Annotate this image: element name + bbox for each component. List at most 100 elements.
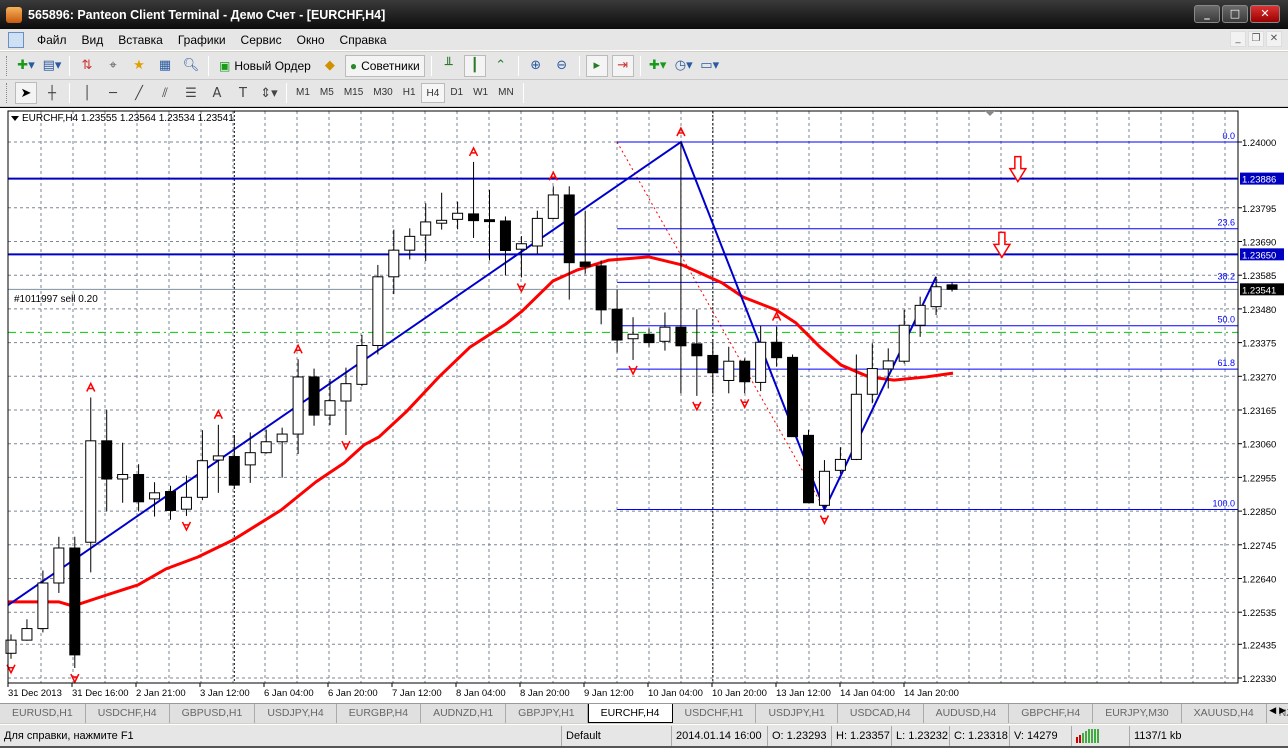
timeframe-w1[interactable]: W1 (468, 83, 493, 103)
chart-tab[interactable]: EURGBP,H4 (337, 704, 422, 723)
menu-file[interactable]: Файл (30, 33, 75, 47)
chart-tab[interactable]: EURJPY,M30 (1093, 704, 1182, 723)
crosshair-icon[interactable]: ┼ (41, 82, 63, 104)
chart-tab[interactable]: GBPJPY,H1 (506, 704, 588, 723)
status-profile[interactable]: Default (562, 725, 672, 746)
status-low: L: 1.23232 (892, 725, 950, 746)
timeframe-m5[interactable]: M5 (315, 83, 339, 103)
periods-clock-icon[interactable]: ◷▾ (673, 55, 695, 77)
favorites-folder-icon[interactable]: ★ (128, 55, 150, 77)
fractal-down-icon (628, 365, 638, 376)
menu-bar: Файл Вид Вставка Графики Сервис Окно Спр… (0, 29, 1288, 51)
time-label: 9 Jan 12:00 (584, 688, 634, 699)
chart-tab[interactable]: AUDUSD,H4 (924, 704, 1010, 723)
chart-tab[interactable]: USDCAD,H4 (838, 704, 924, 723)
bar-chart-icon[interactable]: ╨ (438, 55, 460, 77)
strategy-tester-icon[interactable]: 🔍︎ (180, 55, 202, 77)
toolbar-grip[interactable] (6, 55, 9, 76)
zoom-in-icon[interactable]: ⊕ (525, 55, 547, 77)
menu-view[interactable]: Вид (75, 33, 112, 47)
chart-tab[interactable]: USDCHF,H4 (86, 704, 170, 723)
indicators-icon[interactable]: ✚▾ (647, 55, 669, 77)
chart-tab[interactable]: USDJPY,H4 (255, 704, 337, 723)
navigator-icon[interactable]: ⌖ (102, 55, 124, 77)
maximize-button[interactable]: □ (1222, 5, 1248, 23)
chart-minimize-button[interactable]: _ (1230, 31, 1246, 47)
menu-charts[interactable]: Графики (171, 33, 234, 47)
trendline-icon[interactable]: ╱ (128, 82, 150, 104)
chart-window-icon[interactable] (8, 31, 24, 48)
timeframe-h4[interactable]: H4 (420, 83, 446, 103)
horizontal-line-icon[interactable]: ─ (102, 82, 124, 104)
title-bar: 565896: Panteon Client Terminal - Демо С… (0, 0, 1288, 29)
chart-shift-marker-icon[interactable] (985, 111, 995, 116)
arrows-icon[interactable]: ⇕▾ (258, 82, 280, 104)
timeframe-m30[interactable]: M30 (368, 83, 397, 103)
chart-tab[interactable]: XAUUSD,H4 (1182, 704, 1267, 723)
market-watch-icon[interactable]: ⇅ (76, 55, 98, 77)
timeframe-mn[interactable]: MN (493, 83, 519, 103)
menu-tools[interactable]: Сервис (234, 33, 290, 47)
new-chart-icon[interactable]: ✚ ▾ (15, 55, 37, 77)
candle-bear (739, 360, 751, 383)
vertical-line-icon[interactable]: │ (76, 82, 98, 104)
close-button[interactable]: ✕ (1250, 5, 1280, 23)
chart-tab[interactable]: USDJPY,H1 (756, 704, 838, 723)
chart-tab[interactable]: EURCHF,H4 (587, 704, 673, 723)
timeframe-m15[interactable]: M15 (339, 83, 368, 103)
chart-tab[interactable]: EURUSD,H1 (0, 704, 86, 723)
time-label: 10 Jan 20:00 (712, 688, 767, 699)
menu-help[interactable]: Справка (333, 33, 395, 47)
app-icon (6, 6, 22, 23)
timeframe-d1[interactable]: D1 (445, 83, 468, 103)
text-icon[interactable]: A (206, 82, 228, 104)
candle-bull (914, 304, 926, 326)
chart-menu-triangle-icon[interactable] (11, 116, 19, 121)
price-tick-label: 1.22955 (1242, 473, 1276, 484)
price-tick-label: 1.24000 (1242, 138, 1276, 149)
chart-shift-icon[interactable]: ⇥ (611, 54, 634, 77)
text-label-icon[interactable]: T (232, 82, 254, 104)
timeframe-m1[interactable]: M1 (291, 83, 315, 103)
new-order-button[interactable]: ▣ Новый Ордер (215, 55, 315, 77)
chart-frame (7, 110, 1239, 684)
minimize-button[interactable]: _ (1194, 5, 1220, 23)
chart-tab[interactable]: GBPCHF,H4 (1009, 704, 1094, 723)
chart-tab[interactable]: GBPUSD,H1 (170, 704, 256, 723)
equidistant-channel-icon[interactable]: ⫽ (154, 82, 176, 104)
fibonacci-icon[interactable]: ☰ (180, 82, 202, 104)
zoom-out-icon[interactable]: ⊖ (551, 55, 573, 77)
autotrading-warning-icon[interactable]: ◆ (319, 55, 341, 77)
menu-window[interactable]: Окно (290, 33, 333, 47)
price-chart[interactable]: 0.023.638.250.061.8100.0 1.240001.237951… (0, 108, 1288, 704)
grid (8, 111, 1238, 683)
candle-bull (404, 235, 416, 251)
tab-scroll-arrows-icon[interactable]: ◀ ▶ (1269, 706, 1286, 716)
fractal-up-icon (86, 381, 96, 392)
candle-bear (133, 474, 145, 503)
cursor-icon[interactable]: ➤ (15, 82, 37, 104)
chart-tab[interactable]: AUDNZD,H1 (421, 704, 507, 723)
candle-bear (101, 440, 113, 480)
candle-bull (37, 582, 49, 630)
candle-bull (324, 400, 336, 416)
profiles-icon[interactable]: ▤▾ (41, 55, 63, 77)
templates-icon[interactable]: ▭▾ (699, 55, 721, 77)
line-chart-icon[interactable]: ⌃ (490, 55, 512, 77)
chart-window[interactable]: 0.0 23.6 38.2 50.0 61.8 100.0 1.24000 1.23795 1… (0, 107, 1288, 703)
autoscroll-icon[interactable]: ▸ (585, 54, 608, 77)
toolbar-grip[interactable] (6, 83, 9, 103)
candle-bull (85, 440, 97, 543)
candlestick-chart-icon[interactable]: ┃ (463, 54, 486, 77)
terminal-icon[interactable]: ▦ (154, 55, 176, 77)
chart-restore-button[interactable]: ❐ (1248, 31, 1264, 47)
price-tick-label: 1.23480 (1242, 305, 1276, 316)
experts-button[interactable]: ● Советники (344, 54, 425, 77)
time-label: 6 Jan 20:00 (328, 688, 378, 699)
candle-bull (898, 324, 910, 362)
candle-bull (276, 433, 288, 443)
chart-tab[interactable]: USDCHF,H1 (673, 704, 757, 723)
chart-close-button[interactable]: ✕ (1266, 31, 1282, 47)
timeframe-h1[interactable]: H1 (398, 83, 421, 103)
menu-insert[interactable]: Вставка (111, 33, 171, 47)
